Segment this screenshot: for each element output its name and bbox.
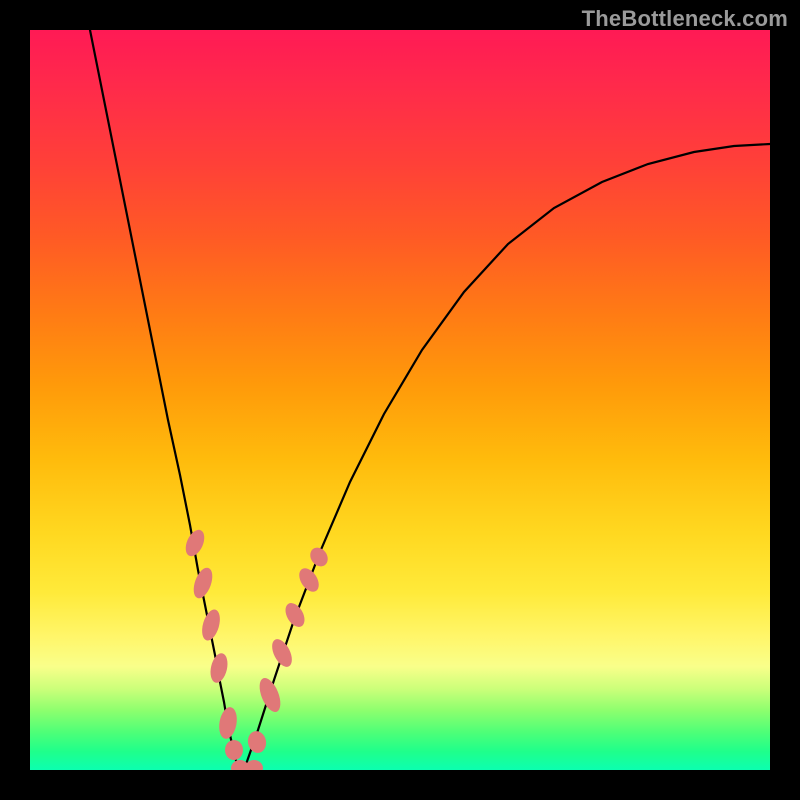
plot-area — [30, 30, 770, 770]
bead — [231, 760, 249, 770]
chart-frame: TheBottleneck.com — [0, 0, 800, 800]
beads-group — [182, 527, 331, 770]
curves-svg — [30, 30, 770, 770]
bead — [295, 565, 323, 596]
watermark-text: TheBottleneck.com — [582, 6, 788, 32]
bead — [246, 729, 268, 754]
bead — [217, 706, 239, 740]
bead — [199, 607, 223, 642]
bead — [245, 760, 263, 770]
bead — [182, 527, 208, 559]
left-curve — [90, 30, 244, 770]
bead — [307, 544, 332, 570]
bead — [255, 675, 284, 715]
bead — [282, 600, 309, 631]
bead — [208, 652, 230, 685]
bead — [225, 740, 243, 760]
bead — [190, 565, 216, 601]
right-curve — [244, 144, 770, 770]
bead — [268, 636, 296, 670]
